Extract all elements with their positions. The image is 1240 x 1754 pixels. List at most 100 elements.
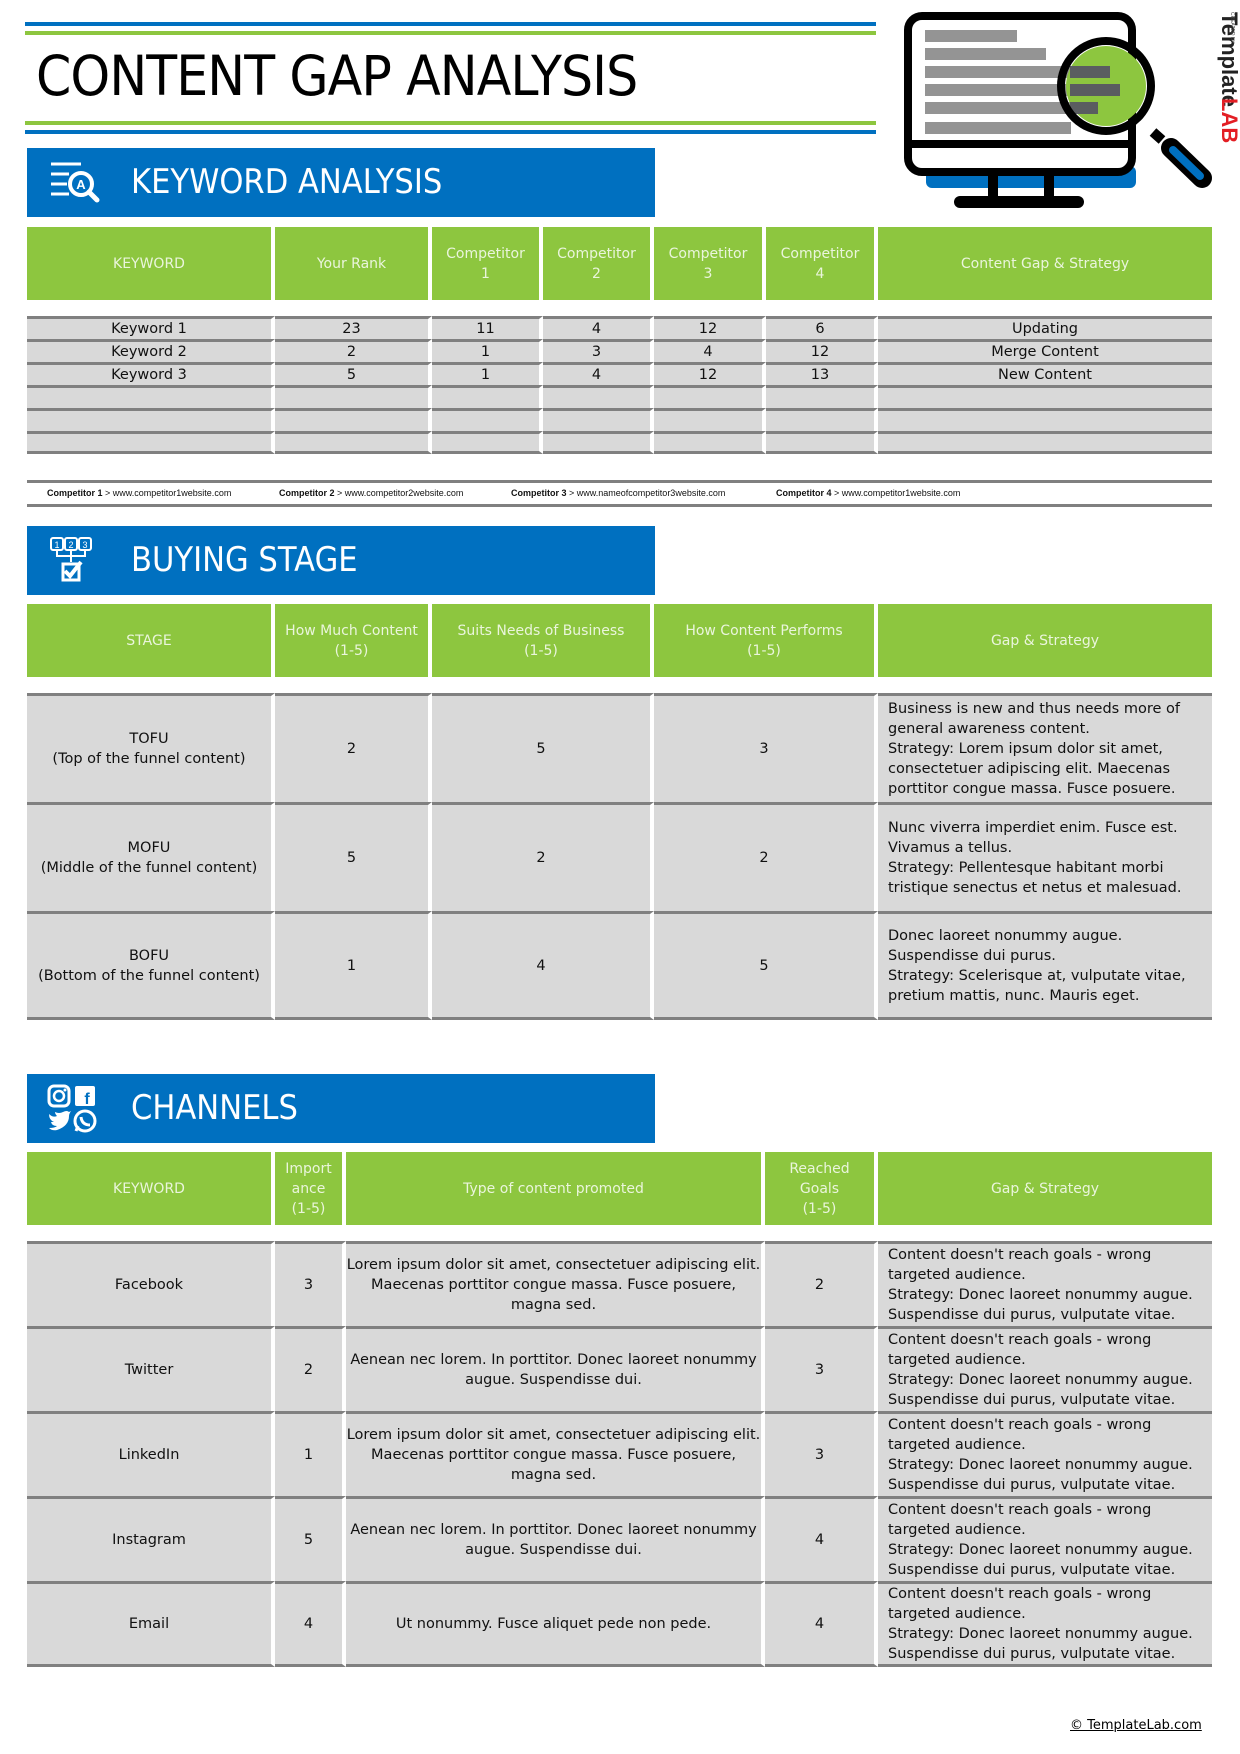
table-cell: Business is new and thus needs more of g… [878, 693, 1212, 802]
table-cell: 5 [275, 802, 432, 911]
table-header-row: STAGE How Much Content (1-5) Suits Needs… [27, 604, 1212, 677]
column-header: Competitor 1 [432, 227, 543, 300]
page-title: CONTENT GAP ANALYSIS [36, 44, 638, 108]
svg-text:3: 3 [82, 540, 87, 550]
table-cell [543, 408, 654, 431]
table-cell: Content doesn't reach goals - wrong targ… [878, 1411, 1212, 1496]
table-cell: 2 [275, 693, 432, 802]
column-header: KEYWORD [27, 227, 275, 300]
table-cell: Lorem ipsum dolor sit amet, consectetuer… [346, 1411, 765, 1496]
table-cell: 2 [654, 802, 878, 911]
table-cell: Nunc viverra imperdiet enim. Fusce est. … [878, 802, 1212, 911]
templatelab-logo: Template LAB CREATED BY [1200, 8, 1240, 148]
table-row: Email 4 Ut nonummy. Fusce aliquet pede non… [27, 1581, 1212, 1667]
column-header: Competitor 4 [766, 227, 878, 300]
table-row [27, 431, 1212, 454]
table-cell: New Content [878, 362, 1212, 385]
table-cell: Instagram [27, 1496, 275, 1581]
legend-item: Competitor 4 > www.competitor1website.co… [776, 488, 961, 498]
table-cell: Content doesn't reach goals - wrong targ… [878, 1326, 1212, 1411]
header-rule-green-bottom [25, 121, 876, 125]
table-cell: Donec laoreet nonummy augue. Suspendisse… [878, 911, 1212, 1020]
header-rule-blue-bottom [25, 130, 876, 134]
table-cell: 5 [432, 693, 654, 802]
svg-text:1: 1 [54, 540, 59, 550]
brand-accent: LAB [1217, 98, 1240, 143]
table-cell: 3 [765, 1411, 878, 1496]
table-cell [654, 385, 766, 408]
table-cell [432, 385, 543, 408]
section-header-buying-stage: 1 2 3 BUYING STAGE [27, 526, 655, 595]
table-cell: Content doesn't reach goals - wrong targ… [878, 1496, 1212, 1581]
table-cell: 4 [654, 339, 766, 362]
column-header: How Much Content (1-5) [275, 604, 432, 677]
table-cell [432, 408, 543, 431]
table-cell: 1 [432, 362, 543, 385]
svg-text:A: A [76, 177, 86, 192]
table-cell [543, 385, 654, 408]
channels-table: KEYWORD Import ance (1-5) Type of conten… [27, 1152, 1212, 1667]
column-header: Competitor 2 [543, 227, 654, 300]
legend-item: Competitor 3 > www.nameofcompetitor3webs… [511, 488, 726, 498]
table-header-row: KEYWORD Import ance (1-5) Type of conten… [27, 1152, 1212, 1225]
table-cell [878, 385, 1212, 408]
table-row: Keyword 3 5 1 4 12 13 New Content [27, 362, 1212, 385]
table-cell [766, 385, 878, 408]
table-cell: Email [27, 1581, 275, 1667]
table-cell: Keyword 2 [27, 339, 275, 362]
templatelab-link[interactable]: © TemplateLab.com [1070, 1718, 1202, 1733]
table-cell [543, 431, 654, 454]
table-row: TOFU (Top of the funnel content) 2 5 3 Busin… [27, 693, 1212, 802]
column-header: Gap & Strategy [878, 604, 1212, 677]
table-row: Twitter 2 Aenean nec lorem. In porttitor. … [27, 1326, 1212, 1411]
svg-text:2: 2 [68, 540, 73, 550]
table-cell: 12 [766, 339, 878, 362]
table-cell: 4 [765, 1581, 878, 1667]
legend-item: Competitor 1 > www.competitor1website.co… [47, 488, 232, 498]
table-cell: 12 [654, 362, 766, 385]
table-cell [766, 431, 878, 454]
column-header: Competitor 3 [654, 227, 766, 300]
brand-name: Template [1217, 12, 1240, 107]
table-cell: Ut nonummy. Fusce aliquet pede non pede. [346, 1581, 765, 1667]
table-row [27, 408, 1212, 431]
svg-text:f: f [84, 1091, 90, 1108]
social-media-icon: f [47, 1084, 97, 1133]
table-cell: 2 [432, 802, 654, 911]
table-row [27, 385, 1212, 408]
table-cell: 3 [654, 693, 878, 802]
header-rule-blue-top [25, 22, 876, 26]
monitor-magnifier-illustration [904, 12, 1212, 208]
table-header-row: KEYWORD Your Rank Competitor 1 Competito… [27, 227, 1212, 300]
column-header: Content Gap & Strategy [878, 227, 1212, 300]
table-cell: Aenean nec lorem. In porttitor. Donec la… [346, 1496, 765, 1581]
table-cell: 2 [765, 1241, 878, 1326]
table-cell [27, 408, 275, 431]
table-cell: 2 [275, 1326, 346, 1411]
table-row: MOFU (Middle of the funnel content) 5 2 2 Nu… [27, 802, 1212, 911]
table-cell: 3 [765, 1326, 878, 1411]
table-cell: 4 [765, 1496, 878, 1581]
table-cell: 11 [432, 316, 543, 339]
buying-stage-table: STAGE How Much Content (1-5) Suits Needs… [27, 604, 1212, 1020]
column-header: Import ance (1-5) [275, 1152, 346, 1225]
table-cell: 12 [654, 316, 766, 339]
table-row: Instagram 5 Aenean nec lorem. In porttitor… [27, 1496, 1212, 1581]
column-header: Type of content promoted [346, 1152, 765, 1225]
column-header: How Content Performs (1-5) [654, 604, 878, 677]
brand-created-by: CREATED BY [1229, 12, 1235, 44]
table-cell [275, 385, 432, 408]
table-cell: 5 [654, 911, 878, 1020]
table-cell [27, 385, 275, 408]
table-cell: Merge Content [878, 339, 1212, 362]
table-cell: 3 [275, 1241, 346, 1326]
header-rule-green-top [25, 31, 876, 35]
keyword-search-icon: A [51, 162, 100, 203]
column-header: Reached Goals (1-5) [765, 1152, 878, 1225]
table-cell [878, 431, 1212, 454]
table-cell [27, 431, 275, 454]
table-cell: BOFU (Bottom of the funnel content) [27, 911, 275, 1020]
table-cell: 5 [275, 1496, 346, 1581]
table-cell: 1 [432, 339, 543, 362]
table-cell [654, 431, 766, 454]
